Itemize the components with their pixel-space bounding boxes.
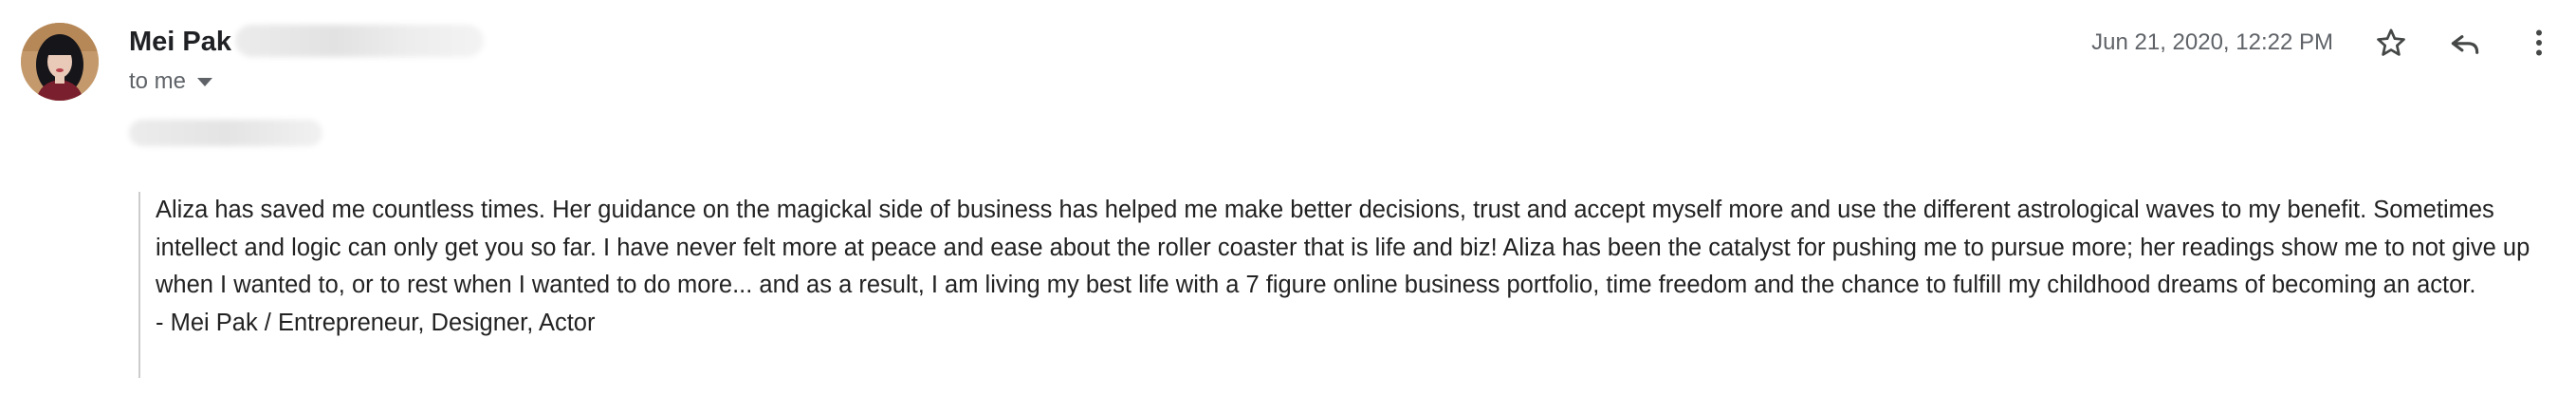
message-body: Aliza has saved me countless times. Her …: [156, 192, 2565, 342]
reply-button[interactable]: [2441, 19, 2489, 66]
more-vert-icon: [2536, 29, 2542, 56]
message-date: Jun 21, 2020, 12:22 PM: [2091, 29, 2333, 55]
reply-icon: [2451, 35, 2479, 54]
avatar[interactable]: [21, 23, 99, 101]
testimonial-text: Aliza has saved me countless times. Her …: [156, 197, 2530, 298]
sender-email-redacted: [235, 25, 484, 57]
sender-name[interactable]: Mei Pak: [129, 23, 231, 61]
recipient-details-toggle[interactable]: to me: [129, 65, 213, 99]
star-button[interactable]: [2367, 19, 2415, 66]
star-icon: [2377, 28, 2405, 56]
redacted-line: [129, 120, 322, 146]
caret-down-icon: [197, 77, 213, 86]
signature-line: - Mei Pak / Entrepreneur, Designer, Acto…: [156, 309, 596, 336]
recipient-label: to me: [129, 68, 187, 94]
quoted-testimonial: Aliza has saved me countless times. Her …: [138, 192, 2530, 378]
more-options-button[interactable]: [2515, 19, 2563, 66]
